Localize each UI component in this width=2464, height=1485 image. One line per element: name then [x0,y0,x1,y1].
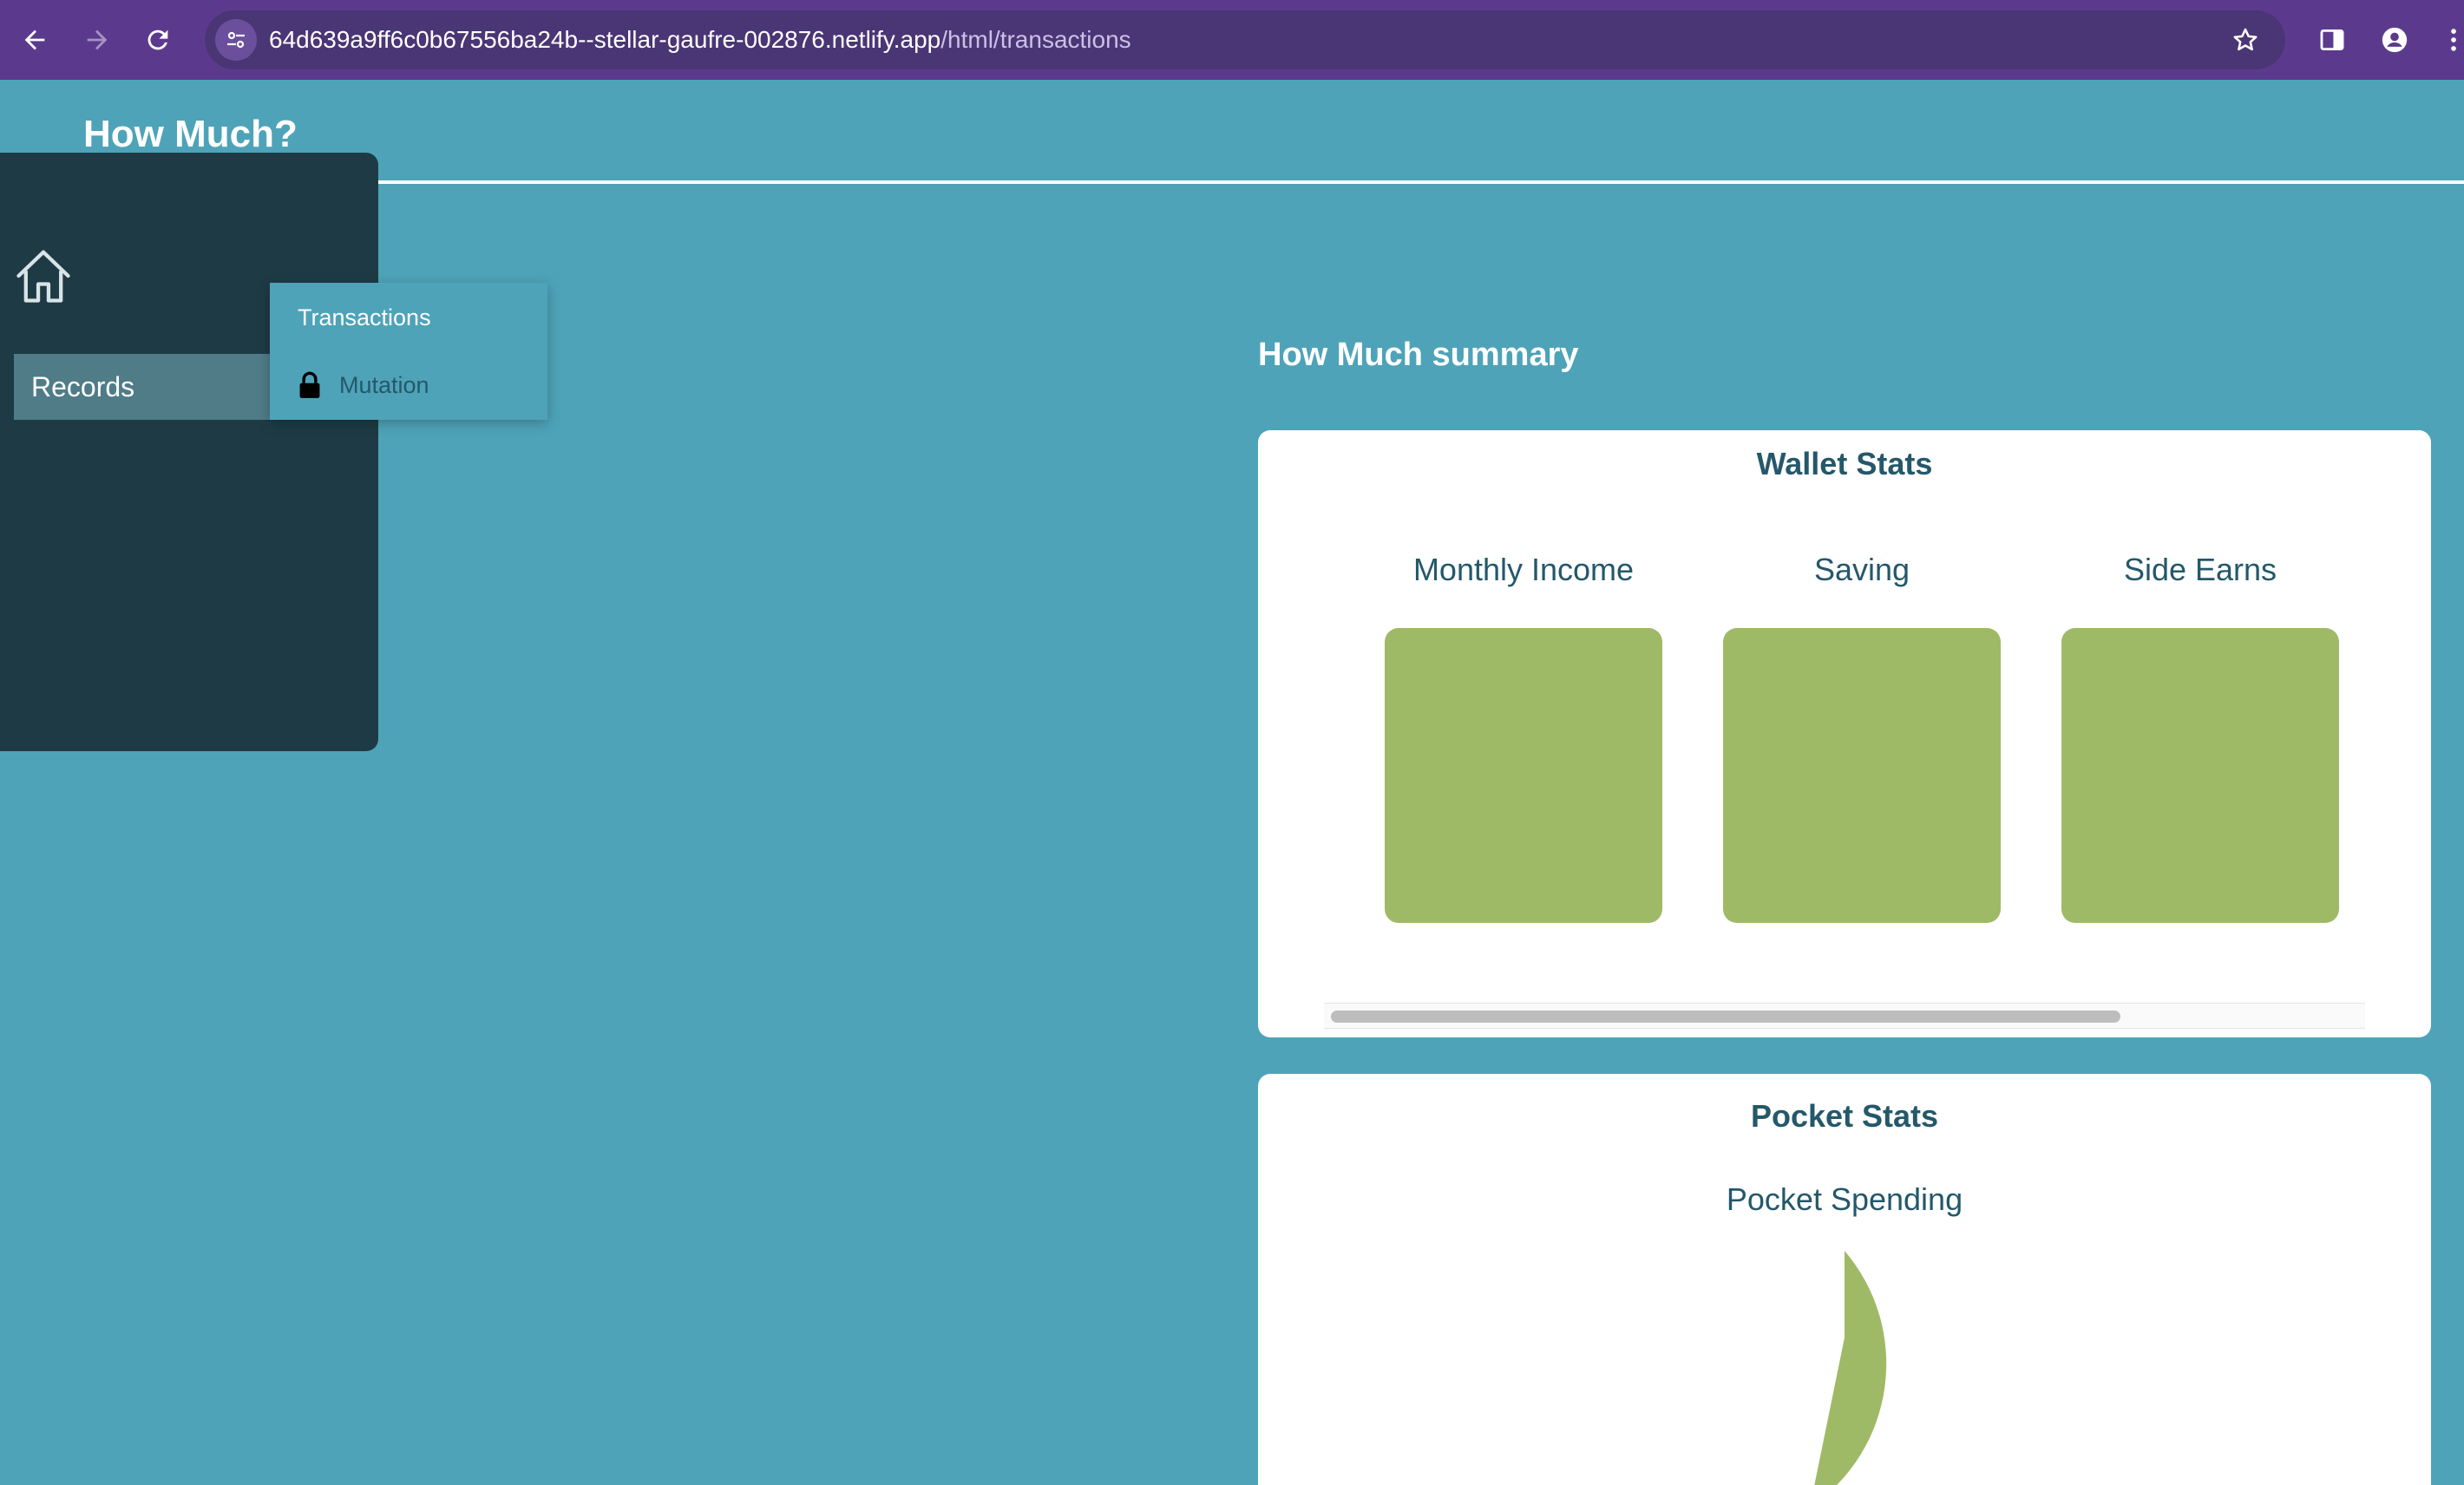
lock-icon [298,371,322,399]
star-icon [2233,28,2258,51]
site-info-button[interactable] [215,19,257,61]
sidebar-item-records[interactable]: Records [14,354,293,420]
wallet-stats-card: Wallet Stats Monthly Income Saving Side … [1258,430,2431,1037]
url-text: 64d639a9ff6c0b67556ba24b--stellar-gaufre… [269,10,1131,69]
pocket-spending-pie [1814,1251,1887,1485]
url-host: 64d639a9ff6c0b67556ba24b--stellar-gaufre… [269,26,941,53]
profile-button[interactable] [2370,16,2419,64]
tune-icon [227,31,245,49]
summary-title: How Much summary [1258,337,1579,373]
scrollbar-thumb[interactable] [1331,1011,2120,1023]
app-title: How Much? [83,113,298,155]
bookmark-button[interactable] [2226,21,2264,59]
wallet-stats-title: Wallet Stats [1756,446,1933,481]
side-earns-chart [2061,628,2339,923]
address-bar[interactable]: 64d639a9ff6c0b67556ba24b--stellar-gaufre… [205,10,2285,69]
home-icon [16,250,70,303]
horizontal-scrollbar[interactable] [1324,1003,2365,1029]
home-link[interactable] [10,243,76,309]
side-panel-icon [2320,29,2344,51]
back-button[interactable] [10,16,59,64]
arrow-right-icon [87,29,108,50]
records-submenu: Transactions Mutation [270,283,547,420]
stat-label: Monthly Income [1412,552,1635,587]
submenu-item-transactions[interactable]: Transactions [270,285,547,350]
kebab-menu-icon [2451,29,2456,51]
profile-icon [2382,27,2408,53]
submenu-item-mutation[interactable]: Mutation [270,352,547,418]
stat-label: Side Earns [2123,552,2277,587]
submenu-item-label: Mutation [339,371,429,398]
pie-slice [1814,1251,1887,1485]
browser-toolbar: 64d639a9ff6c0b67556ba24b--stellar-gaufre… [0,0,2464,80]
reload-icon [147,29,168,50]
monthly-income-chart [1385,628,1662,923]
arrow-left-icon [24,29,45,50]
page-content: How Much? Records Transactions Mutation … [0,80,2464,1485]
forward-button[interactable] [73,16,121,64]
side-panel-button[interactable] [2308,16,2356,64]
stat-label: Saving [1813,552,1910,587]
submenu-item-label: Transactions [298,304,431,330]
url-path: /html/transactions [940,26,1131,53]
saving-chart [1723,628,2001,923]
pocket-stats-card: Pocket Stats Pocket Spending [1258,1074,2431,1485]
sidebar: Records [0,153,378,751]
reload-button[interactable] [134,16,182,64]
browser-menu-button[interactable] [2429,16,2464,64]
